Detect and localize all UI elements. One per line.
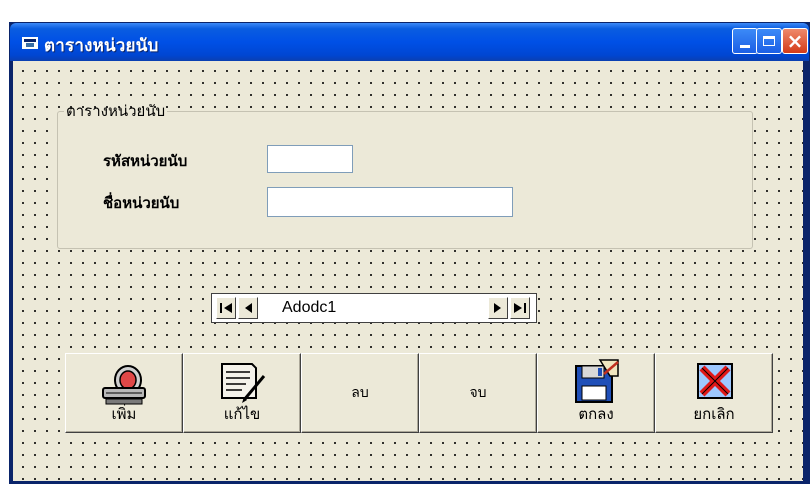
add-button-label: เพิ่ม [111, 405, 137, 423]
computer-icon [98, 358, 150, 406]
window-title: ตารางหน่วยนับ [44, 36, 159, 56]
form-window: ตารางหน่วยนับ × ตารางหน่วยนับ รหัสหน่วยน… [9, 22, 810, 484]
title-bar[interactable]: ตารางหน่วยนับ × [10, 23, 809, 61]
move-last-button[interactable] [510, 297, 530, 319]
adodc-navigator: Adodc1 [211, 293, 537, 323]
close-button[interactable]: × [782, 28, 808, 54]
move-first-button[interactable] [216, 297, 236, 319]
ok-button-label: ตกลง [578, 405, 614, 423]
maximize-button[interactable] [756, 28, 782, 54]
edit-button[interactable]: แก้ไข [183, 353, 301, 433]
exit-button[interactable]: จบ [419, 353, 537, 433]
cancel-button-label: ยกเลิก [693, 405, 735, 423]
move-previous-button[interactable] [238, 297, 258, 319]
move-last-icon [514, 303, 526, 313]
move-first-icon [220, 303, 232, 313]
maximize-icon [763, 36, 775, 46]
unit-code-input[interactable] [267, 145, 353, 173]
save-disk-icon [570, 358, 622, 406]
unit-name-label: ชื่อหน่วยนับ [103, 194, 180, 212]
ok-button[interactable]: ตกลง [537, 353, 655, 433]
frame-caption: ตารางหน่วยนับ [66, 102, 166, 120]
move-next-icon [494, 303, 501, 313]
close-icon: × [786, 29, 804, 53]
cancel-button[interactable]: ยกเลิก [655, 353, 773, 433]
move-next-button[interactable] [488, 297, 508, 319]
add-button[interactable]: เพิ่ม [65, 353, 183, 433]
unit-name-input[interactable] [267, 187, 513, 217]
form-icon [22, 37, 38, 49]
delete-button[interactable]: ลบ [301, 353, 419, 433]
move-previous-icon [245, 303, 252, 313]
minimize-icon [740, 44, 750, 48]
cancel-x-icon [688, 358, 740, 406]
minimize-button[interactable] [732, 28, 758, 54]
unit-frame: ตารางหน่วยนับ [57, 99, 753, 249]
unit-code-label: รหัสหน่วยนับ [103, 152, 188, 170]
adodc-caption: Adodc1 [282, 299, 337, 316]
edit-button-label: แก้ไข [223, 405, 261, 423]
exit-button-label: จบ [469, 385, 487, 401]
edit-document-icon [216, 358, 268, 406]
form-client-area: ตารางหน่วยนับ รหัสหน่วยนับ ชื่อหน่วยนับ … [13, 61, 803, 481]
delete-button-label: ลบ [351, 385, 369, 401]
